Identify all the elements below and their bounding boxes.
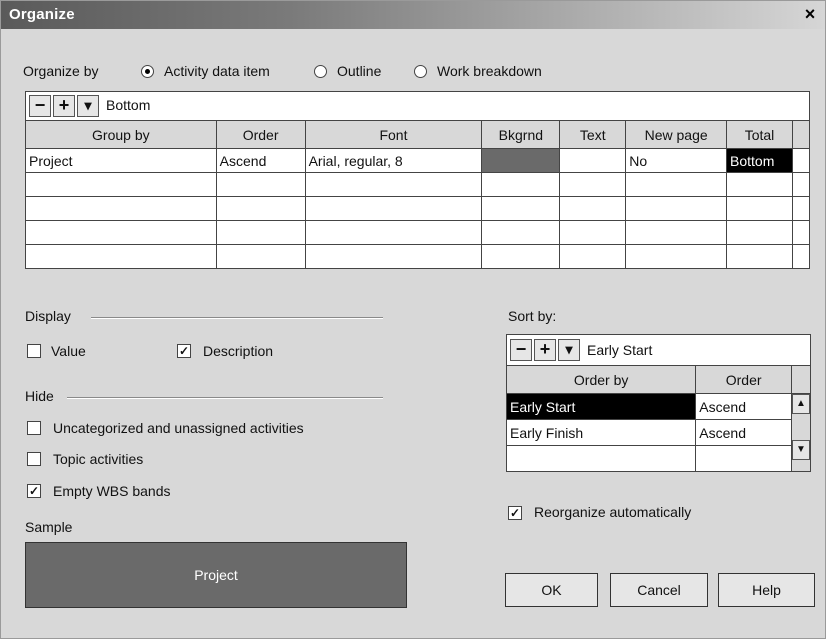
table-row[interactable]: Early Finish Ascend [505,419,811,446]
window-title: Organize [9,6,75,23]
table-row[interactable] [25,172,811,197]
text-cell[interactable] [559,148,627,173]
radio-activity-data-item[interactable] [141,65,154,78]
sort-table-header: Order by Order [505,365,811,394]
column-header[interactable]: Order by [505,365,697,394]
column-header[interactable]: Text [559,120,627,149]
new-page-cell[interactable]: No [625,148,728,173]
table-row[interactable] [25,220,811,245]
scroll-up-icon[interactable]: ▲ [792,394,810,414]
table-row[interactable]: Early Start Ascend ▲ ▼ [505,393,811,472]
column-header[interactable]: Order [215,120,306,149]
column-header[interactable]: Bkgrnd [481,120,561,149]
chevron-down-icon[interactable]: ▾ [558,339,580,361]
organize-dialog: Organize × Organize by Activity data ite… [0,0,826,639]
order-cell[interactable]: Ascend [695,419,793,446]
group-by-cell[interactable]: Project [25,148,217,173]
group-table-header: Group by Order Font Bkgrnd Text New page… [25,120,811,149]
organize-by-label: Organize by [23,63,99,79]
hide-label: Hide [25,388,54,404]
sort-edit-value[interactable]: Early Start [587,342,652,358]
topic-activities-checkbox[interactable] [27,452,41,466]
total-cell[interactable]: Bottom [726,148,793,173]
hide-separator [67,397,383,399]
scrollbar[interactable]: ▲ ▼ [791,393,811,472]
scroll-down-icon[interactable]: ▼ [792,440,810,460]
reorganize-checkbox-label[interactable]: Reorganize automatically [534,504,691,520]
group-toolbar: − + ▾ Bottom [25,91,810,121]
remove-sort-button[interactable]: − [510,339,532,361]
radio-activity-data-item-label[interactable]: Activity data item [164,63,270,79]
column-header[interactable]: Font [304,120,483,149]
uncategorized-checkbox-label[interactable]: Uncategorized and unassigned activities [53,420,304,436]
sort-toolbar: − + ▾ Early Start [506,334,811,366]
value-checkbox[interactable] [27,344,41,358]
topic-activities-checkbox-label[interactable]: Topic activities [53,451,143,467]
sort-table: Order by Order Early Start Ascend ▲ ▼ Ea… [505,365,811,472]
cancel-button[interactable]: Cancel [610,573,708,607]
description-checkbox[interactable]: ✓ [177,344,191,358]
table-row[interactable] [25,196,811,221]
group-table: Group by Order Font Bkgrnd Text New page… [25,120,811,269]
group-edit-value[interactable]: Bottom [106,97,150,113]
reorganize-checkbox[interactable]: ✓ [508,506,522,520]
sort-by-label: Sort by: [508,308,557,324]
empty-wbs-checkbox-label[interactable]: Empty WBS bands [53,483,171,499]
description-checkbox-label[interactable]: Description [203,343,273,359]
order-by-cell[interactable]: Early Start [505,393,697,420]
empty-cell [791,148,811,173]
order-cell[interactable]: Ascend [695,393,793,420]
ok-button[interactable]: OK [505,573,598,607]
radio-work-breakdown[interactable] [414,65,427,78]
font-cell[interactable]: Arial, regular, 8 [304,148,483,173]
remove-group-button[interactable]: − [29,95,51,117]
column-header [791,120,811,149]
uncategorized-checkbox[interactable] [27,421,41,435]
bkgrnd-cell[interactable] [481,148,561,173]
sample-label: Sample [25,519,73,535]
help-button[interactable]: Help [718,573,815,607]
display-separator [91,317,383,319]
sample-preview: Project [25,542,407,608]
table-row[interactable] [505,445,811,472]
add-sort-button[interactable]: + [534,339,556,361]
value-checkbox-label[interactable]: Value [51,343,86,359]
column-header[interactable]: Order [695,365,793,394]
order-cell[interactable]: Ascend [215,148,306,173]
display-label: Display [25,308,71,324]
close-icon[interactable]: × [801,5,819,23]
scroll-track[interactable] [793,414,810,440]
column-header[interactable]: New page [625,120,728,149]
column-header[interactable]: Total [726,120,793,149]
order-by-cell[interactable]: Early Finish [505,419,697,446]
column-header[interactable]: Group by [25,120,217,149]
title-bar: Organize × [1,1,825,29]
radio-outline-label[interactable]: Outline [337,63,381,79]
chevron-down-icon[interactable]: ▾ [77,95,99,117]
empty-wbs-checkbox[interactable]: ✓ [27,484,41,498]
table-row[interactable] [25,244,811,269]
radio-work-breakdown-label[interactable]: Work breakdown [437,63,542,79]
table-row[interactable]: Project Ascend Arial, regular, 8 No Bott… [25,148,811,173]
column-header [791,365,811,394]
add-group-button[interactable]: + [53,95,75,117]
radio-outline[interactable] [314,65,327,78]
